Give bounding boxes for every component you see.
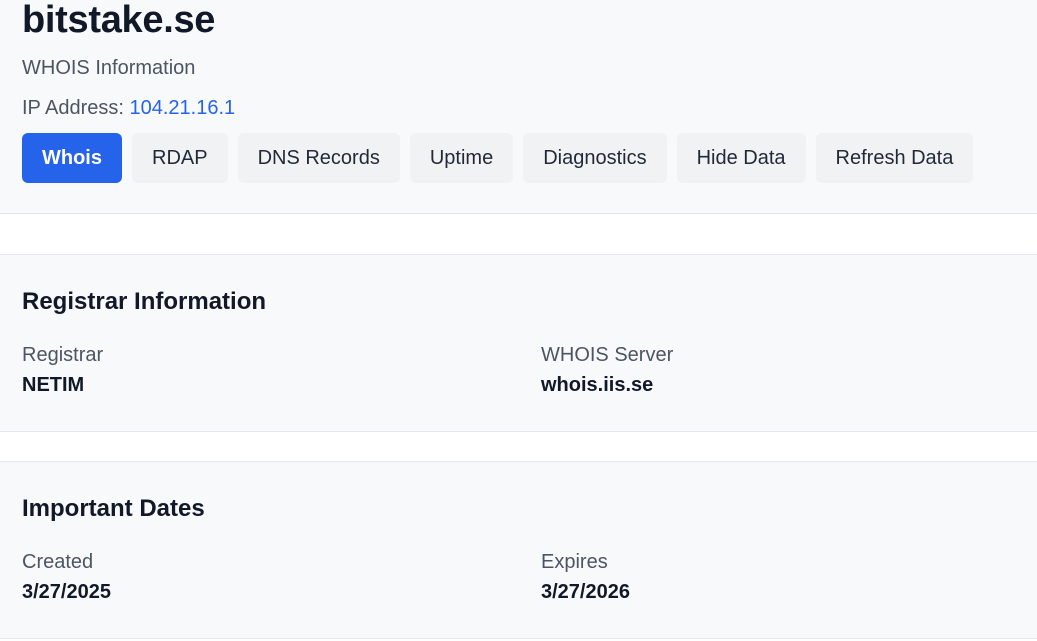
whois-server-value: whois.iis.se — [541, 374, 654, 396]
tab-dns-records[interactable]: DNS Records — [237, 133, 400, 183]
whois-server-field: WHOIS Server whois.iis.se — [541, 343, 673, 397]
hide-data-button[interactable]: Hide Data — [676, 133, 806, 183]
created-value: 3/27/2025 — [22, 581, 111, 603]
tab-whois[interactable]: Whois — [22, 133, 122, 183]
page-subtitle: WHOIS Information — [22, 57, 196, 79]
ip-address-row: IP Address: 104.21.16.1 — [22, 96, 235, 120]
created-label: Created — [22, 551, 94, 573]
page-header: bitstake.se WHOIS Information IP Address… — [0, 0, 1037, 214]
expires-field: Expires 3/27/2026 — [541, 550, 630, 604]
ip-address-label: IP Address: — [22, 97, 124, 119]
created-field: Created 3/27/2025 — [22, 550, 111, 604]
page-title: bitstake.se — [22, 0, 216, 41]
tab-uptime[interactable]: Uptime — [409, 133, 514, 183]
whois-server-label: WHOIS Server — [541, 344, 674, 366]
tab-rdap[interactable]: RDAP — [132, 133, 228, 183]
registrar-information-section: Registrar Information Registrar NETIM WH… — [0, 254, 1037, 432]
section-title-dates: Important Dates — [22, 495, 205, 522]
tab-diagnostics[interactable]: Diagnostics — [523, 133, 667, 183]
registrar-value: NETIM — [22, 374, 85, 396]
tab-bar: Whois RDAP DNS Records Uptime Diagnostic… — [22, 133, 974, 183]
refresh-data-button[interactable]: Refresh Data — [815, 133, 974, 183]
section-title-registrar: Registrar Information — [22, 288, 267, 315]
important-dates-section: Important Dates Created 3/27/2025 Expire… — [0, 461, 1037, 639]
registrar-label: Registrar — [22, 344, 104, 366]
registrar-field: Registrar NETIM — [22, 343, 103, 397]
expires-label: Expires — [541, 551, 608, 573]
ip-address-link[interactable]: 104.21.16.1 — [129, 97, 235, 119]
expires-value: 3/27/2026 — [541, 581, 630, 603]
